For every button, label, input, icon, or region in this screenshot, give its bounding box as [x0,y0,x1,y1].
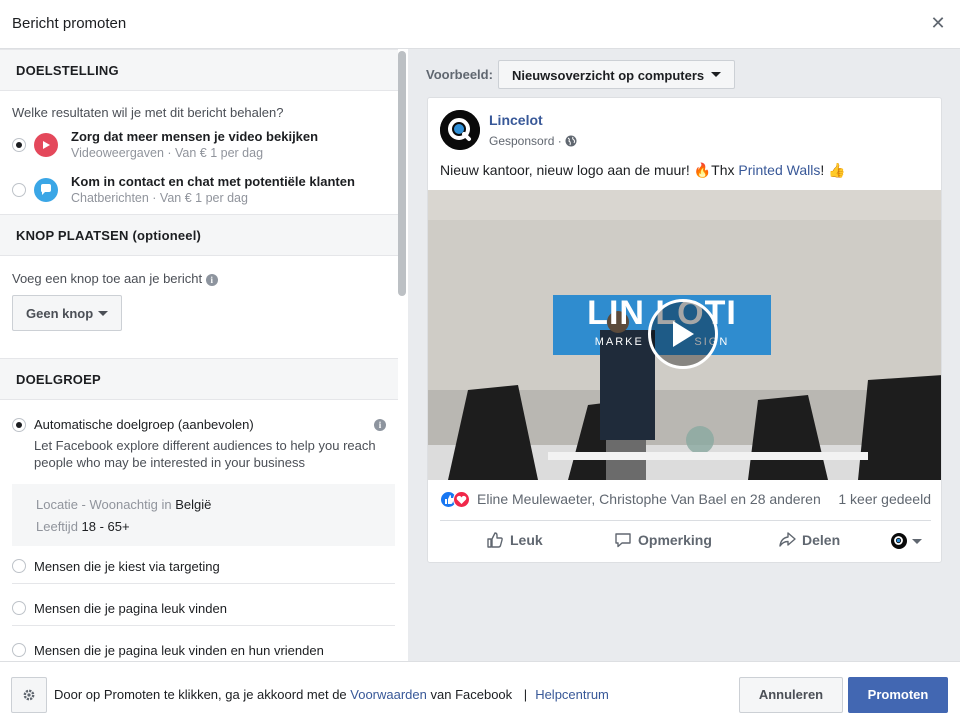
location-label: Locatie - Woonachtig in [36,497,172,512]
terms-text: Door op Promoten te klikken, ga je akkoo… [54,687,609,702]
reactions-names[interactable]: Eline Meulewaeter, Christophe Van Bael e… [477,491,821,507]
objective-option-title[interactable]: Zorg dat meer mensen je video bekijken [71,129,318,144]
play-button[interactable] [648,299,718,369]
age-row: Leeftijd 18 - 65+ [36,519,130,534]
objective-option-subtitle: Videoweergaven · Van € 1 per dag [71,146,264,160]
info-icon[interactable]: i [205,274,218,286]
cancel-button[interactable]: Annuleren [739,677,843,713]
audience-radio-page-likes-friends[interactable] [12,643,26,657]
share-label: Delen [802,532,841,548]
chevron-down-icon [912,539,922,544]
button-prompt: Voeg een knop toe aan je bericht i [12,271,218,286]
post-video[interactable]: LIN LOTI MARKE SIGN [428,190,941,480]
audience-option-label[interactable]: Mensen die je pagina leuk vinden [34,601,227,616]
location-value: België [175,497,212,512]
objective-question: Welke resultaten wil je met dit bericht … [12,105,284,120]
audience-auto-title[interactable]: Automatische doelgroep (aanbevolen) [34,417,254,432]
share-icon [779,532,796,547]
page-avatar-small-icon [891,533,907,549]
footer-separator: | [523,687,528,702]
globe-icon [565,135,577,150]
audience-section-header: DOELGROEP [0,358,398,400]
post-as-selector[interactable] [891,533,925,551]
dialog-title: Bericht promoten [12,15,127,32]
help-center-link[interactable]: Helpcentrum [535,687,609,702]
gear-icon [23,689,35,701]
sponsored-row: Gesponsord · [489,134,577,150]
preview-panel: Voorbeeld: Nieuwsoverzicht op computers … [408,49,960,661]
comment-icon [615,533,631,548]
location-row: Locatie - Woonachtig in België [36,497,211,512]
button-type-select[interactable]: Geen knop [12,295,122,331]
placement-select[interactable]: Nieuwsoverzicht op computers [498,60,735,89]
promote-button[interactable]: Promoten [848,677,948,713]
close-icon[interactable]: ✕ [928,13,948,33]
settings-panel[interactable]: DOELSTELLING Welke resultaten wil je met… [0,49,408,661]
button-prompt-label: Voeg een knop toe aan je bericht [12,271,203,286]
shares-count[interactable]: 1 keer gedeeld [838,491,931,507]
button-type-value: Geen knop [26,306,94,321]
audience-summary-box: Locatie - Woonachtig in België Leeftijd … [12,484,395,546]
page-avatar[interactable] [440,110,480,150]
chevron-down-icon [711,72,721,77]
objective-radio-video[interactable] [12,138,26,152]
divider [12,625,395,626]
dialog-footer: Door op Promoten te klikken, ga je akkoo… [0,661,960,725]
age-value: 18 - 65+ [81,519,130,534]
objective-option-subtitle: Chatberichten · Van € 1 per dag [71,191,248,205]
objective-heading: DOELSTELLING [16,63,119,78]
play-icon [673,321,694,347]
reactions-row: Eline Meulewaeter, Christophe Van Bael e… [440,490,931,510]
button-section-heading: KNOP PLAATSEN (optioneel) [16,228,202,243]
terms-link[interactable]: Voorwaarden [350,687,427,702]
audience-option-label[interactable]: Mensen die je kiest via targeting [34,559,220,574]
chat-icon [34,178,58,202]
post-actions: Leuk Opmerking Delen [440,520,931,560]
comment-label: Opmerking [638,532,712,548]
audience-heading: DOELGROEP [16,372,101,387]
chevron-down-icon [98,311,108,316]
placement-value: Nieuwsoverzicht op computers [512,68,705,83]
share-button[interactable]: Delen [778,531,840,549]
divider [12,583,395,584]
audience-option-label[interactable]: Mensen die je pagina leuk vinden en hun … [34,643,324,658]
post-text: Nieuw kantoor, nieuw logo aan de muur! 🔥… [440,162,846,179]
objective-option-title[interactable]: Kom in contact en chat met potentiële kl… [71,174,355,189]
scrollbar-thumb[interactable] [398,51,406,296]
post-mention-link[interactable]: Printed Walls [738,162,820,178]
terms-text-end: van Facebook [426,687,513,702]
objective-section-header: DOELSTELLING [0,49,398,91]
button-section-header: KNOP PLAATSEN (optioneel) [0,214,398,256]
objective-radio-chat[interactable] [12,183,26,197]
post-card: Lincelot Gesponsord · Nieuw kantoor, nie… [427,97,942,563]
audience-radio-page-likes[interactable] [12,601,26,615]
age-label: Leeftijd [36,519,78,534]
settings-button[interactable] [11,677,47,713]
terms-text-start: Door op Promoten te klikken, ga je akkoo… [54,687,351,702]
play-icon [34,133,58,157]
page-name[interactable]: Lincelot [489,112,543,128]
info-icon[interactable]: i [374,419,386,431]
audience-auto-desc: people who may be interested in your bus… [34,455,305,470]
dialog-header: Bericht promoten ✕ [0,0,960,49]
sponsored-label: Gesponsord · [489,134,562,148]
thumbs-up-icon [487,532,503,548]
comment-button[interactable]: Opmerking [614,531,712,549]
audience-radio-targeting[interactable] [12,559,26,573]
like-label: Leuk [510,532,543,548]
love-reaction-icon [453,491,470,508]
post-text-end: ! 👍 [820,162,846,178]
audience-radio-auto[interactable] [12,418,26,432]
like-button[interactable]: Leuk [486,531,543,549]
preview-label: Voorbeeld: [426,67,493,82]
audience-auto-desc: Let Facebook explore different audiences… [34,438,376,453]
post-text-main: Nieuw kantoor, nieuw logo aan de muur! 🔥… [440,162,739,178]
